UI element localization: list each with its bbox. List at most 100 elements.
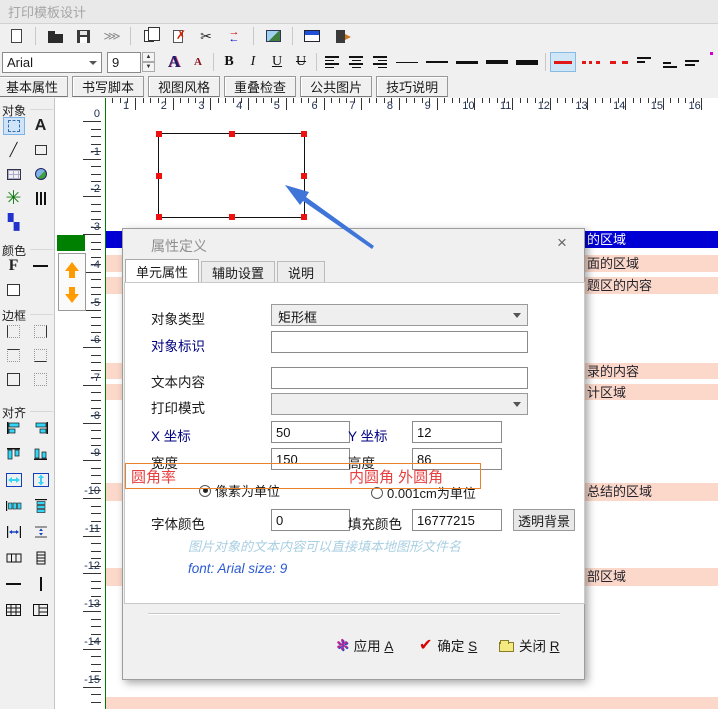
line-width-5-button[interactable] [516, 60, 538, 65]
resize-handle-s[interactable] [229, 214, 235, 220]
delete-button[interactable] [166, 25, 190, 47]
select-tool-button[interactable] [3, 117, 25, 135]
font-grow-button[interactable]: A [163, 51, 185, 73]
copy-button[interactable] [138, 25, 162, 47]
line-width-2-button[interactable] [426, 61, 448, 63]
x-coordinate-input[interactable] [271, 421, 350, 443]
center-horizontal-button[interactable] [3, 471, 25, 489]
main-tab-6[interactable]: 技巧说明 [376, 76, 448, 97]
dialog-tab-2[interactable]: 辅助设置 [201, 261, 275, 283]
border-all-button[interactable] [3, 370, 25, 388]
align-objects-bottom-button[interactable] [30, 445, 52, 463]
insert-picture-button[interactable] [261, 25, 285, 47]
align-left-button[interactable] [321, 51, 343, 73]
main-tab-3[interactable]: 视图风格 [148, 76, 220, 97]
close-button[interactable]: 关闭 R [499, 633, 560, 657]
font-shrink-button[interactable]: A [187, 51, 209, 73]
text-content-input[interactable] [271, 367, 528, 389]
selected-rectangle-object[interactable] [158, 133, 305, 218]
border-left-button[interactable] [3, 322, 25, 340]
open-file-button[interactable] [43, 25, 67, 47]
fill-color-button[interactable] [3, 281, 25, 299]
resize-handle-e[interactable] [301, 173, 307, 179]
align-center-button[interactable] [345, 51, 367, 73]
distribute-vertical-button[interactable] [30, 497, 52, 515]
pattern-tool-button[interactable]: ▚ [3, 213, 25, 231]
cut-button[interactable]: ✂ [194, 25, 218, 47]
line-tool-button[interactable]: ╱ [3, 141, 25, 159]
line-color-button[interactable] [30, 257, 52, 275]
print-preview-button[interactable]: ⋙ [99, 25, 123, 47]
main-tab-1[interactable]: 基本属性 [0, 76, 68, 97]
font-color-input[interactable] [271, 509, 350, 531]
apply-button[interactable]: ✻ 应用 A [336, 633, 393, 657]
horizontal-line-button[interactable] [3, 575, 25, 593]
transparent-background-button[interactable]: 透明背景 [513, 509, 575, 531]
window-style-button[interactable] [300, 25, 324, 47]
line-width-1-button[interactable] [396, 62, 418, 63]
center-vertical-button[interactable] [30, 471, 52, 489]
resize-handle-ne[interactable] [301, 131, 307, 137]
equal-row-button[interactable] [30, 549, 52, 567]
canvas-row-8[interactable] [106, 697, 718, 709]
resize-handle-sw[interactable] [156, 214, 162, 220]
bold-button[interactable]: B [218, 51, 240, 73]
distribute-horizontal-button[interactable] [3, 497, 25, 515]
new-file-button[interactable] [4, 25, 28, 47]
equal-height-button[interactable] [30, 523, 52, 541]
equal-column-button[interactable] [3, 549, 25, 567]
border-right-button[interactable] [30, 322, 52, 340]
font-color-button[interactable]: F [3, 257, 25, 275]
move-up-button[interactable] [65, 262, 79, 278]
y-coordinate-input[interactable] [412, 421, 502, 443]
border-top-button[interactable] [3, 346, 25, 364]
main-tab-4[interactable]: 重叠检查 [224, 76, 296, 97]
barcode-tool-button[interactable] [30, 189, 52, 207]
fill-color-input[interactable] [412, 509, 502, 531]
swap-button[interactable]: →← [222, 25, 246, 47]
text-tool-button[interactable]: A [30, 117, 52, 135]
align-right-button[interactable] [369, 51, 391, 73]
grid-button[interactable] [3, 601, 25, 619]
vertical-line-button[interactable] [30, 575, 52, 593]
exit-button[interactable] [328, 25, 352, 47]
main-tab-5[interactable]: 公共图片 [300, 76, 372, 97]
border-bottom-button[interactable] [30, 346, 52, 364]
border-none-button[interactable] [30, 370, 52, 388]
resize-handle-w[interactable] [156, 173, 162, 179]
font-size-input[interactable]: 9 [107, 52, 141, 73]
special-tool-button[interactable]: ✳ [3, 189, 25, 207]
save-button[interactable] [71, 25, 95, 47]
ok-button[interactable]: ✔ 确定 S [419, 633, 477, 657]
equal-width-button[interactable] [3, 523, 25, 541]
line-style-dashed-button[interactable] [606, 52, 632, 72]
dialog-tab-3[interactable]: 说明 [277, 261, 325, 283]
align-objects-right-button[interactable] [30, 419, 52, 437]
line-middle-button[interactable] [682, 51, 704, 73]
font-family-select[interactable]: Arial [2, 52, 102, 73]
resize-handle-se[interactable] [301, 214, 307, 220]
object-type-select[interactable]: 矩形框 [271, 304, 528, 326]
line-style-solid-button[interactable] [550, 52, 576, 72]
resize-handle-nw[interactable] [156, 131, 162, 137]
move-down-button[interactable] [65, 287, 79, 303]
line-top-button[interactable] [634, 51, 656, 73]
dialog-close-icon[interactable]: × [552, 233, 572, 253]
italic-button[interactable]: I [242, 51, 264, 73]
align-objects-left-button[interactable] [3, 419, 25, 437]
grid-split-button[interactable] [30, 601, 52, 619]
resize-handle-n[interactable] [229, 131, 235, 137]
main-tab-2[interactable]: 书写脚本 [72, 76, 144, 97]
dialog-tab-1[interactable]: 单元属性 [125, 259, 199, 283]
image-tool-button[interactable] [30, 165, 52, 183]
line-width-4-button[interactable] [486, 60, 508, 64]
font-size-stepper[interactable]: ▲ ▼ [142, 52, 155, 72]
line-width-3-button[interactable] [456, 61, 478, 64]
line-bottom-button[interactable] [658, 51, 680, 73]
object-id-input[interactable] [271, 331, 528, 353]
underline-button[interactable]: U [266, 51, 288, 73]
table-tool-button[interactable] [3, 165, 25, 183]
line-style-dotted-button[interactable] [578, 52, 604, 72]
rect-tool-button[interactable] [30, 141, 52, 159]
stepper-up-icon[interactable]: ▲ [142, 52, 155, 62]
